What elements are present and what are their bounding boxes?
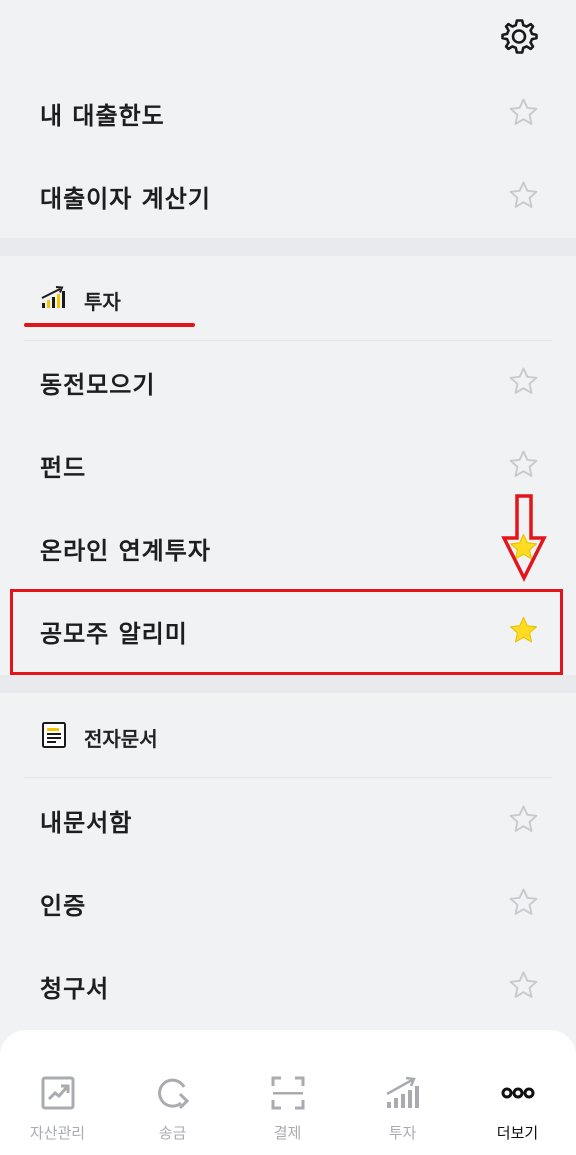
star-outline-icon[interactable]: [507, 179, 540, 212]
star-outline-icon[interactable]: [507, 365, 540, 398]
menu-item-label: 내문서함: [40, 809, 133, 837]
star-outline-icon[interactable]: [507, 886, 540, 919]
menu-item-label: 동전모으기: [40, 371, 156, 399]
menu-item-label: 청구서: [40, 975, 110, 1003]
category-header-documents: 전자문서: [0, 693, 576, 777]
section-separator: [0, 675, 576, 693]
tab-label: 송금: [158, 1124, 187, 1142]
annotation-down-arrow: [501, 494, 547, 582]
tab-label: 더보기: [496, 1124, 539, 1142]
menu-item-fund[interactable]: 펀드: [0, 424, 576, 507]
menu-item-coin-saving[interactable]: 동전모으기: [0, 341, 576, 424]
tab-label: 결제: [273, 1124, 302, 1142]
star-outline-icon[interactable]: [507, 448, 540, 481]
asset-chart-icon: [41, 1076, 75, 1110]
menu-item-my-documents[interactable]: 내문서함: [0, 779, 576, 862]
star-outline-icon[interactable]: [507, 803, 540, 836]
menu-item-label: 인증: [40, 892, 87, 920]
more-dots-icon: [501, 1087, 535, 1099]
transfer-icon: [158, 1078, 190, 1110]
category-title: 전자문서: [84, 727, 158, 751]
bar-chart-icon: [386, 1076, 419, 1108]
menu-item-loan-limit[interactable]: 내 대출한도: [0, 72, 576, 155]
tab-invest[interactable]: 투자: [345, 1030, 460, 1155]
divider: [24, 777, 552, 778]
menu-item-certification[interactable]: 인증: [0, 862, 576, 945]
category-title: 투자: [84, 290, 121, 314]
category-header-invest: 투자: [0, 256, 576, 340]
document-icon: [42, 722, 66, 748]
tab-payment[interactable]: 결제: [230, 1030, 345, 1155]
bar-chart-icon: [41, 286, 65, 308]
menu-item-label: 내 대출한도: [40, 102, 165, 130]
annotation-underline: [24, 323, 195, 327]
menu-item-label: 온라인 연계투자: [40, 537, 211, 565]
annotation-highlight-box: [10, 589, 563, 675]
tab-asset-management[interactable]: 자산관리: [0, 1030, 115, 1155]
menu-item-bills[interactable]: 청구서: [0, 945, 576, 1028]
menu-item-p2p-invest[interactable]: 온라인 연계투자: [0, 507, 576, 590]
tab-more[interactable]: 더보기: [460, 1030, 575, 1155]
star-outline-icon[interactable]: [507, 969, 540, 1002]
tab-transfer[interactable]: 송금: [115, 1030, 230, 1155]
star-outline-icon[interactable]: [507, 96, 540, 129]
gear-icon[interactable]: [498, 16, 540, 58]
menu-item-label: 대출이자 계산기: [40, 185, 211, 213]
bottom-tab-bar: 자산관리 송금 결제 투자 더보기: [0, 1030, 576, 1155]
tab-label: 투자: [388, 1124, 417, 1142]
more-menu-screen: 내 대출한도 대출이자 계산기 투자 동전모으기 펀드 온라인 연계투자 공모주…: [0, 0, 576, 1155]
menu-item-loan-interest-calculator[interactable]: 대출이자 계산기: [0, 155, 576, 238]
tab-label: 자산관리: [29, 1124, 86, 1142]
section-separator: [0, 238, 576, 256]
menu-item-label: 펀드: [40, 454, 87, 482]
scan-icon: [271, 1076, 305, 1110]
